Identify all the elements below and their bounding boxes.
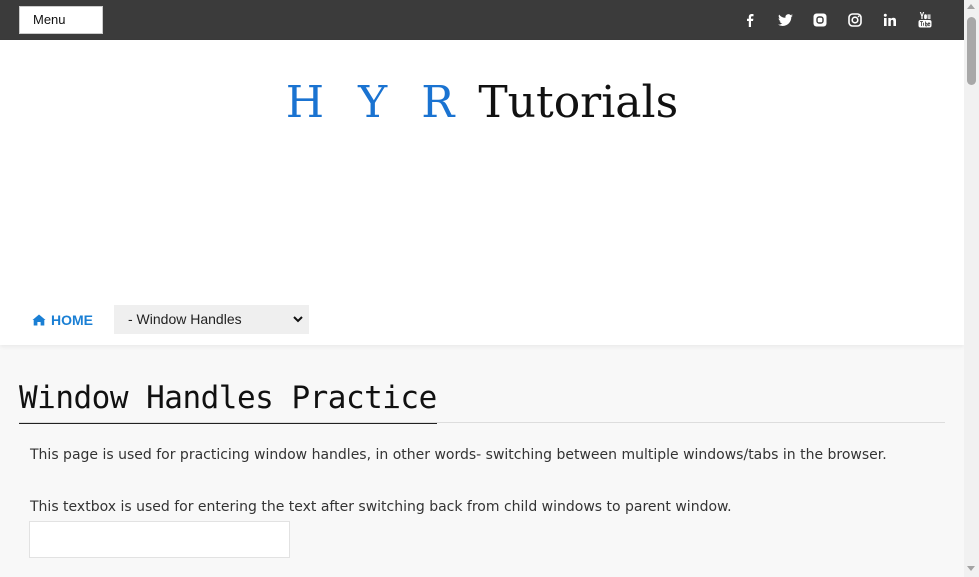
site-header: H Y R Tutorials HOME - Window Handles <box>0 40 964 345</box>
social-links <box>738 0 948 40</box>
name-textbox[interactable] <box>29 521 290 558</box>
home-icon <box>32 314 46 326</box>
page-select-dropdown[interactable]: - Window Handles <box>114 305 309 334</box>
scroll-up-arrow-icon[interactable] <box>967 4 975 9</box>
home-link[interactable]: HOME <box>32 312 93 328</box>
intro-text: This page is used for practicing window … <box>30 447 887 463</box>
scrollbar-thumb[interactable] <box>967 17 976 85</box>
home-label: HOME <box>51 312 93 328</box>
page-title: Window Handles Practice <box>19 376 437 424</box>
top-bar: Menu <box>0 0 964 40</box>
facebook-icon[interactable] <box>738 8 762 32</box>
linkedin-icon[interactable] <box>878 8 902 32</box>
page-select-value: - Window Handles <box>128 311 242 327</box>
menu-dropdown[interactable]: Menu <box>19 6 103 34</box>
logo-accent: H Y R <box>285 77 465 128</box>
textbox-label: This textbox is used for entering the te… <box>30 499 732 515</box>
instagram-icon[interactable] <box>843 8 867 32</box>
logo-text: Tutorials <box>478 77 679 128</box>
chevron-down-icon <box>293 316 303 323</box>
page-scrollbar[interactable] <box>964 0 979 577</box>
menu-dropdown-value: Menu <box>33 12 66 27</box>
twitter-icon[interactable] <box>773 8 797 32</box>
title-divider <box>19 422 945 423</box>
blogger-icon[interactable] <box>808 8 832 32</box>
site-logo[interactable]: H Y R Tutorials <box>0 78 964 128</box>
scroll-down-arrow-icon[interactable] <box>967 566 975 571</box>
youtube-icon[interactable] <box>913 8 937 32</box>
